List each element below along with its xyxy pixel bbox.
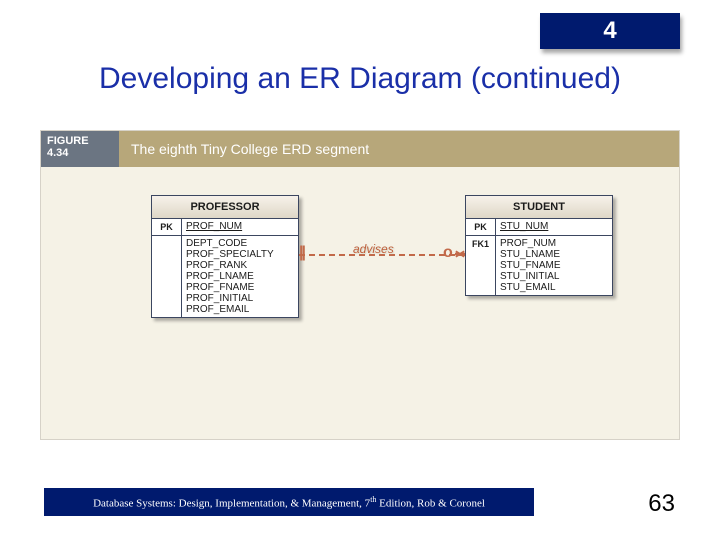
figure-label-prefix: FIGURE: [47, 135, 89, 147]
fk-label: FK1: [466, 236, 496, 295]
page-number: 63: [648, 490, 675, 518]
pk-attr: PROF_NUM: [186, 221, 294, 232]
entity-professor: PROFESSOR PK PROF_NUM DEPT_CODE PROF_SPE…: [151, 195, 299, 318]
attr: PROF_RANK: [186, 260, 294, 271]
chapter-badge: 4: [540, 13, 680, 49]
figure-number: 4.34: [47, 147, 68, 159]
relationship-label: advises: [353, 242, 394, 256]
attr: STU_FNAME: [500, 260, 608, 271]
figure-body: PROFESSOR PK PROF_NUM DEPT_CODE PROF_SPE…: [41, 167, 679, 439]
pk-attr: STU_NUM: [500, 221, 608, 232]
attr: DEPT_CODE: [186, 238, 294, 249]
attr: PROF_INITIAL: [186, 293, 294, 304]
attr: PROF_EMAIL: [186, 304, 294, 315]
pk-label: PK: [152, 219, 182, 235]
figure-label: FIGURE 4.34: [41, 131, 119, 167]
cardinality-one-icon: ||: [299, 244, 304, 262]
figure-container: FIGURE 4.34 The eighth Tiny College ERD …: [40, 130, 680, 440]
footer-text: Database Systems: Design, Implementation…: [93, 495, 485, 510]
pk-label: PK: [466, 219, 496, 235]
attr: PROF_SPECIALTY: [186, 249, 294, 260]
entity-professor-title: PROFESSOR: [152, 196, 298, 219]
entity-student-title: STUDENT: [466, 196, 612, 219]
attr: STU_INITIAL: [500, 271, 608, 282]
attr: PROF_FNAME: [186, 282, 294, 293]
crowsfoot-icon: [455, 247, 465, 261]
slide-title: Developing an ER Diagram (continued): [0, 62, 720, 96]
cardinality-optional-icon: o: [443, 244, 451, 262]
entity-student: STUDENT PK STU_NUM FK1 PROF_NUM STU_LNAM…: [465, 195, 613, 296]
attr: STU_EMAIL: [500, 282, 608, 293]
figure-caption: The eighth Tiny College ERD segment: [119, 131, 679, 167]
fk-attr: PROF_NUM: [500, 238, 608, 249]
attr: PROF_LNAME: [186, 271, 294, 282]
figure-header: FIGURE 4.34 The eighth Tiny College ERD …: [41, 131, 679, 167]
footer-citation: Database Systems: Design, Implementation…: [44, 488, 534, 516]
attr: STU_LNAME: [500, 249, 608, 260]
